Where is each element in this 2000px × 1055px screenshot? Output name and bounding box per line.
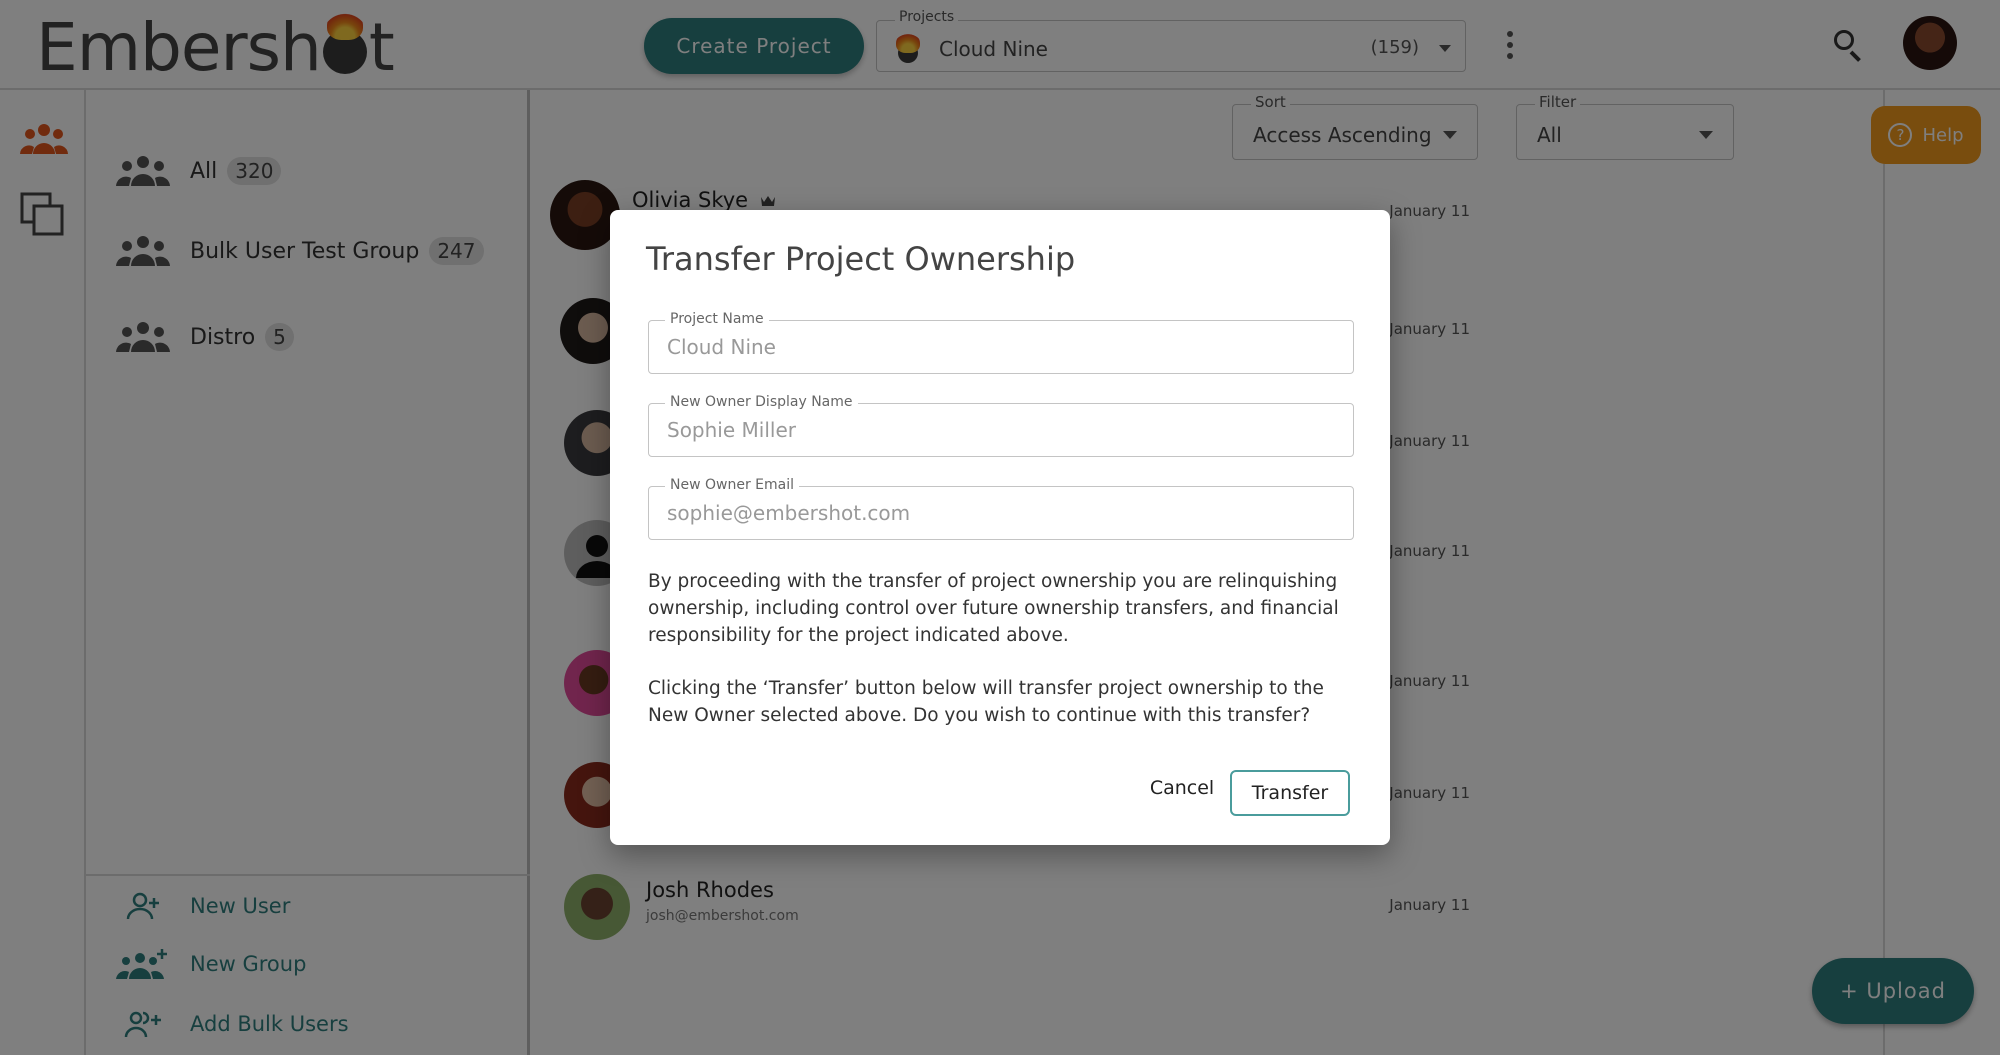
owner-name-field[interactable]: New Owner Display Name <box>648 394 1354 457</box>
project-name-field[interactable]: Project Name <box>648 311 1354 374</box>
warning-paragraph: By proceeding with the transfer of proje… <box>648 571 1339 646</box>
dialog-title: Transfer Project Ownership <box>646 240 1076 278</box>
cancel-button[interactable]: Cancel <box>1142 766 1222 810</box>
owner-email-input[interactable] <box>649 487 1353 539</box>
project-name-input[interactable] <box>649 321 1353 373</box>
owner-name-input[interactable] <box>649 404 1353 456</box>
owner-email-field[interactable]: New Owner Email <box>648 477 1354 540</box>
confirm-paragraph: Clicking the ‘Transfer’ button below wil… <box>648 678 1324 726</box>
transfer-button[interactable]: Transfer <box>1230 770 1350 816</box>
transfer-ownership-dialog: Transfer Project Ownership Project Name … <box>610 210 1390 845</box>
